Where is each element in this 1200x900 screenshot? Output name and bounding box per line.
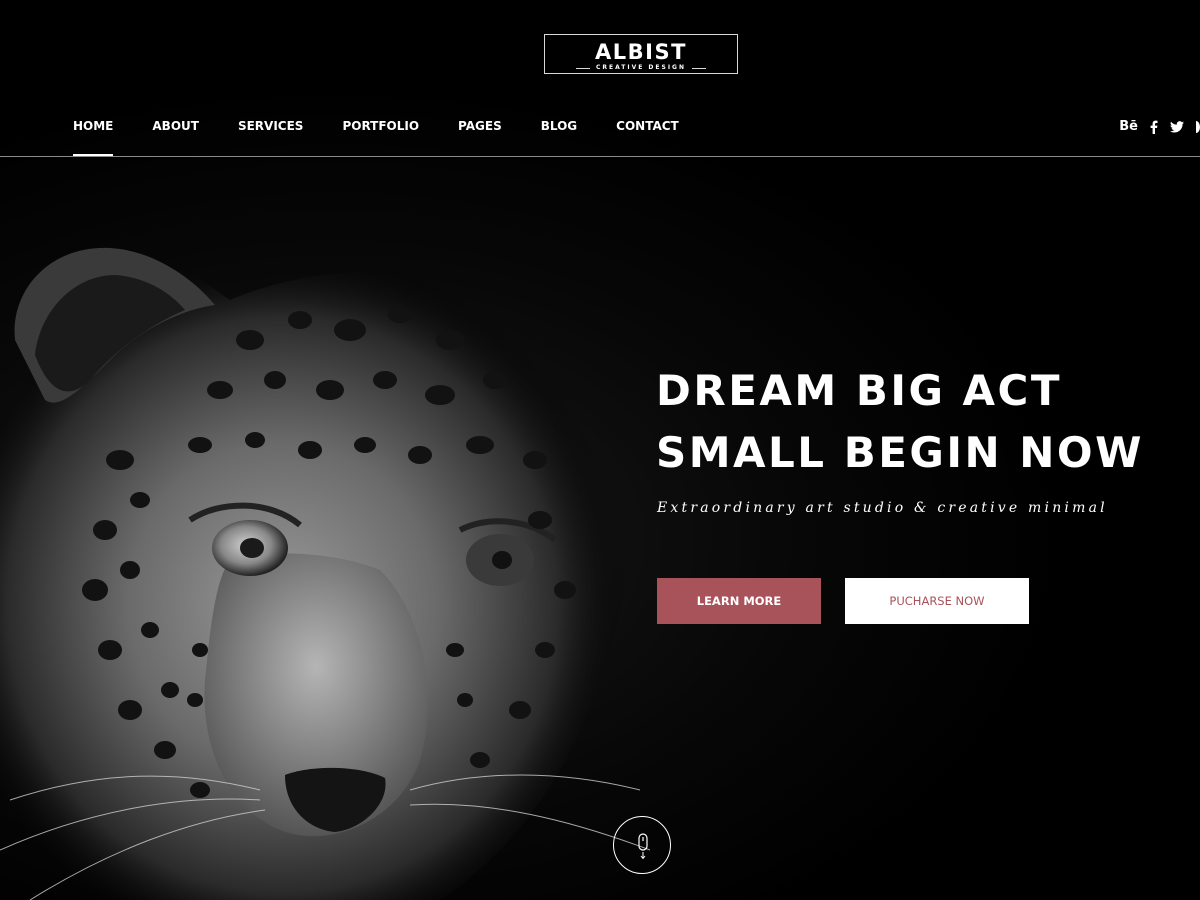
hero-title-line1: DREAM BIG ACT (656, 366, 1063, 415)
hero-title-line2: SMALL BEGIN NOW (656, 428, 1144, 477)
hero-page: ALBIST CREATIVE DESIGN HOME ABOUT SERVIC… (0, 0, 1200, 900)
logo-subtitle: CREATIVE DESIGN (595, 64, 687, 71)
logo-title: ALBIST (595, 40, 687, 64)
nav-divider (0, 156, 1200, 157)
behance-icon[interactable]: Bē (1119, 119, 1138, 135)
site-logo[interactable]: ALBIST CREATIVE DESIGN (544, 34, 738, 74)
facebook-icon[interactable] (1150, 120, 1158, 134)
main-nav: HOME ABOUT SERVICES PORTFOLIO PAGES BLOG… (73, 118, 718, 156)
nav-item-home[interactable]: HOME (73, 118, 114, 156)
logo-divider-right (692, 67, 707, 69)
nav-item-contact[interactable]: CONTACT (616, 118, 679, 156)
hero-title: DREAM BIG ACT SMALL BEGIN NOW (656, 360, 1196, 484)
nav-item-portfolio[interactable]: PORTFOLIO (342, 118, 419, 156)
scroll-down-button[interactable] (613, 816, 671, 874)
twitter-icon[interactable] (1170, 121, 1184, 133)
learn-more-button[interactable]: LEARN MORE (657, 578, 821, 624)
mouse-icon (638, 833, 648, 860)
hero-subtitle: Extraordinary art studio & creative mini… (657, 500, 1108, 516)
social-links: Bē (1119, 119, 1200, 135)
purchase-now-button[interactable]: PUCHARSE NOW (845, 578, 1029, 624)
nav-item-pages[interactable]: PAGES (458, 118, 502, 156)
logo-divider-left (575, 67, 590, 69)
nav-item-services[interactable]: SERVICES (238, 118, 303, 156)
leopard-image (0, 244, 651, 900)
more-icon[interactable] (1196, 121, 1200, 133)
nav-item-about[interactable]: ABOUT (152, 118, 199, 156)
logo-subtitle-row: CREATIVE DESIGN (545, 64, 737, 72)
nav-item-blog[interactable]: BLOG (541, 118, 577, 156)
